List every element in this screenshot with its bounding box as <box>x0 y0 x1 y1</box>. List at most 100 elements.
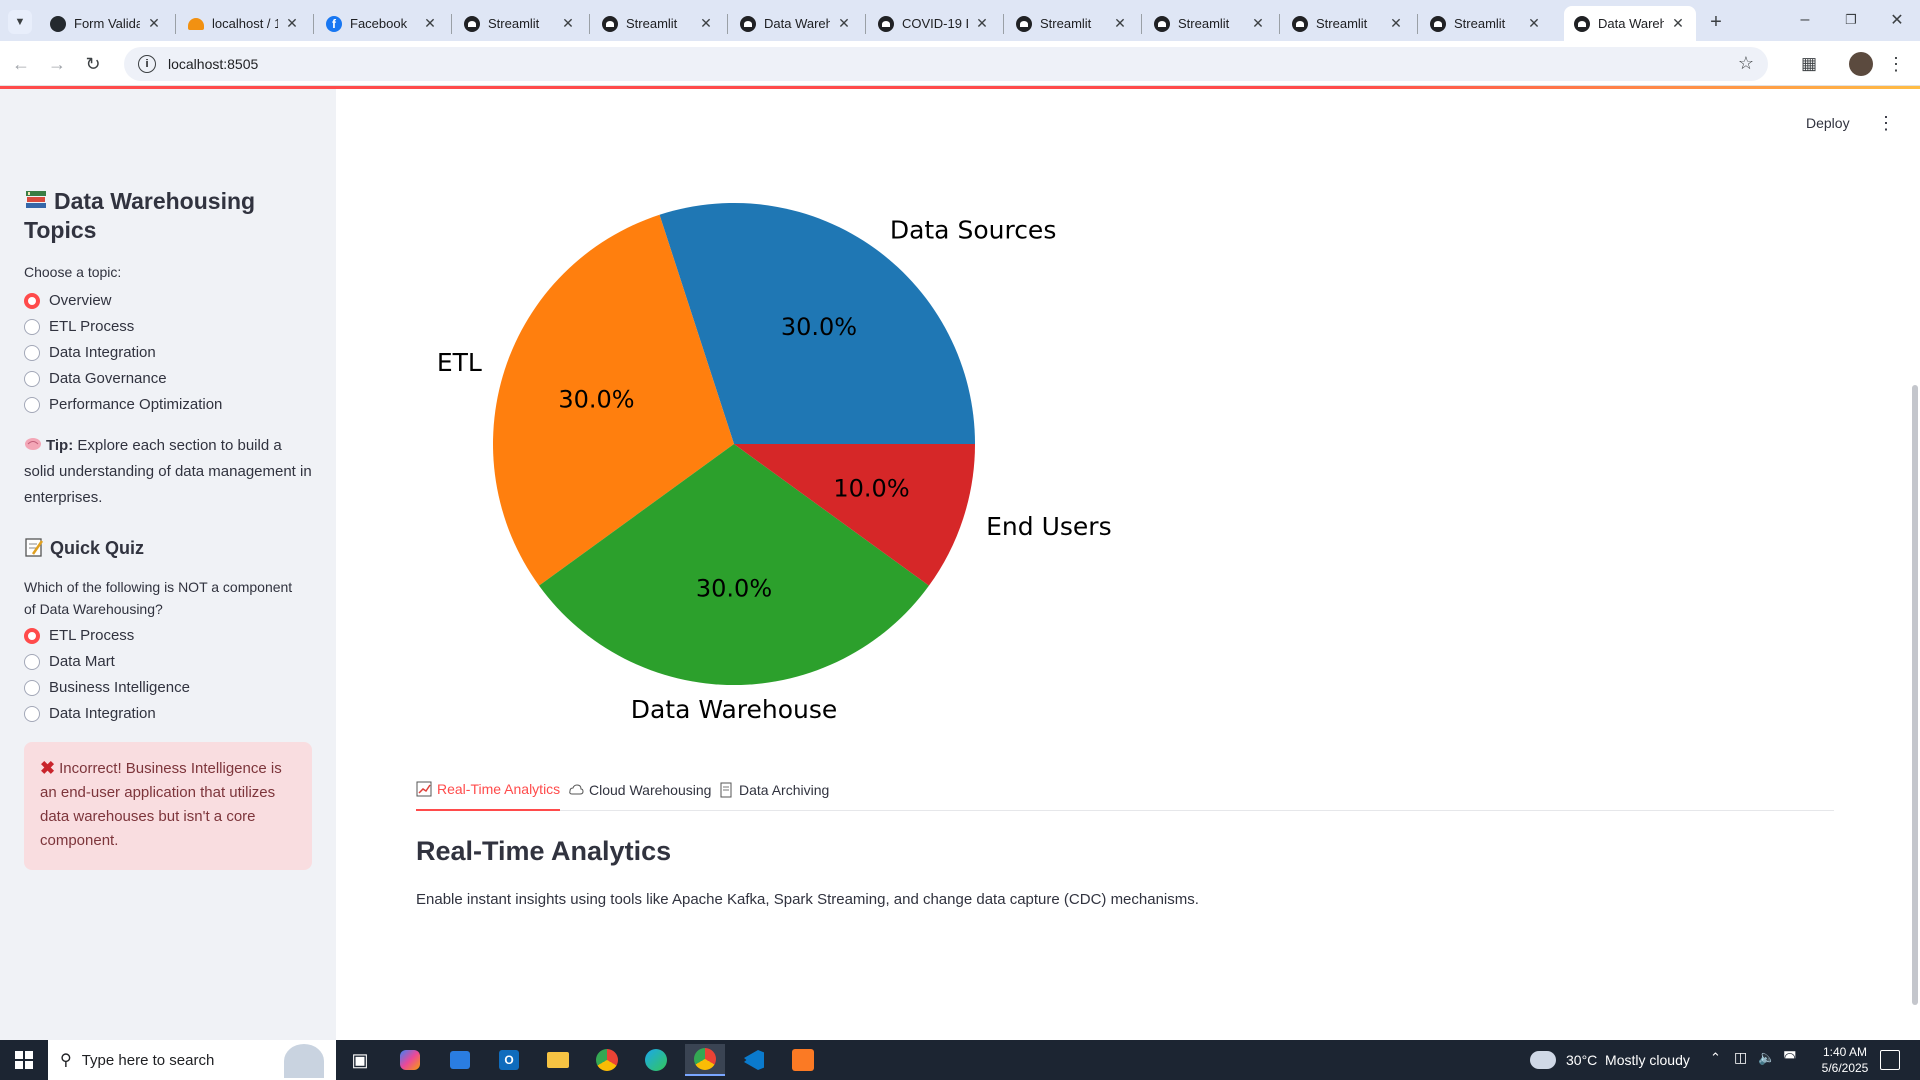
close-tab-icon[interactable]: ✕ <box>698 15 714 32</box>
radio-button[interactable] <box>24 627 40 644</box>
close-tab-icon[interactable]: ✕ <box>1388 15 1404 32</box>
bookmark-star-icon[interactable]: ☆ <box>1738 53 1754 74</box>
browser-tab[interactable]: Data Wareho ✕ <box>730 6 862 41</box>
topic-option[interactable]: Data Governance <box>24 370 167 387</box>
browser-tab[interactable]: Data Wareho ✕ <box>1564 6 1696 41</box>
close-tab-icon[interactable]: ✕ <box>974 15 990 32</box>
github-icon <box>50 15 66 32</box>
radio-button[interactable] <box>24 705 40 722</box>
close-tab-icon[interactable]: ✕ <box>836 15 852 32</box>
topic-option[interactable]: Performance Optimization <box>24 396 222 413</box>
close-tab-icon[interactable]: ✕ <box>1526 15 1542 32</box>
search-highlight-image <box>284 1044 324 1078</box>
radio-button[interactable] <box>24 396 40 413</box>
network-icon[interactable]: ◫ <box>1734 1049 1747 1066</box>
browser-tab[interactable]: Streamlit ✕ <box>1144 6 1276 41</box>
topic-label: Choose a topic: <box>24 264 122 280</box>
close-tab-icon[interactable]: ✕ <box>1670 15 1686 32</box>
browser-tab[interactable]: COVID-19 Da ✕ <box>868 6 1000 41</box>
tray-chevron-icon[interactable]: ⌃ <box>1710 1050 1721 1066</box>
topic-option[interactable]: ETL Process <box>24 318 134 335</box>
tab-title: Streamlit <box>1040 16 1092 31</box>
vscode-icon[interactable] <box>734 1044 774 1076</box>
reload-icon[interactable]: ↻ <box>80 51 106 77</box>
restore-button[interactable]: ❐ <box>1836 8 1866 32</box>
file-explorer-icon[interactable] <box>538 1044 578 1076</box>
tab-separator <box>313 14 314 34</box>
browser-menu-icon[interactable]: ⋮ <box>1886 51 1906 77</box>
browser-tab[interactable]: Form Validat ✕ <box>40 6 172 41</box>
outlook-icon[interactable]: O <box>489 1044 529 1076</box>
weather-widget[interactable]: 30°C Mostly cloudy <box>1530 1040 1690 1080</box>
browser-tab[interactable]: Streamlit ✕ <box>1282 6 1414 41</box>
url-bar[interactable]: i localhost:8505 ☆ <box>124 47 1768 81</box>
quiz-option[interactable]: Business Intelligence <box>24 679 190 696</box>
volume-icon[interactable]: 🔈 <box>1758 1049 1775 1066</box>
forward-icon[interactable]: → <box>44 51 70 77</box>
memo-icon <box>24 537 44 557</box>
pie-category-label: ETL <box>437 348 482 377</box>
chrome-active-icon[interactable] <box>685 1044 725 1076</box>
extensions-icon[interactable]: ▦ <box>1796 51 1822 77</box>
browser-tab[interactable]: Streamlit ✕ <box>1420 6 1552 41</box>
radio-label: ETL Process <box>49 318 135 335</box>
copilot-icon[interactable] <box>390 1044 430 1076</box>
sidebar-title: Data Warehousing Topics <box>24 188 256 243</box>
radio-label: ETL Process <box>49 627 135 644</box>
phpmyadmin-icon <box>188 16 204 32</box>
tab-label: Cloud Warehousing <box>589 782 712 798</box>
radio-button[interactable] <box>24 679 40 696</box>
close-tab-icon[interactable]: ✕ <box>146 15 162 32</box>
start-button[interactable] <box>4 1044 44 1076</box>
site-info-icon[interactable]: i <box>138 55 156 73</box>
radio-button[interactable] <box>24 370 40 387</box>
radio-button[interactable] <box>24 292 40 309</box>
new-tab-button[interactable]: + <box>1702 8 1730 36</box>
radio-button[interactable] <box>24 344 40 361</box>
radio-button[interactable] <box>24 653 40 670</box>
browser-tab[interactable]: Streamlit ✕ <box>454 6 586 41</box>
close-tab-icon[interactable]: ✕ <box>1250 15 1266 32</box>
tab-separator <box>175 14 176 34</box>
tab-real-time-analytics[interactable]: Real-Time Analytics <box>416 769 561 811</box>
pie-chart: 30.0% Data Sources 30.0% ETL 30.0% Data Wareh… <box>437 203 1112 724</box>
pie-pct-label: 10.0% <box>833 475 909 503</box>
quiz-option[interactable]: ETL Process <box>24 627 134 644</box>
clock[interactable]: 1:40 AM 5/6/2025 <box>1810 1044 1880 1076</box>
profile-avatar[interactable] <box>1849 52 1873 76</box>
close-tab-icon[interactable]: ✕ <box>560 15 576 32</box>
minimize-button[interactable]: – <box>1790 8 1820 32</box>
close-window-button[interactable]: ✕ <box>1882 8 1912 32</box>
edge-icon[interactable] <box>636 1044 676 1076</box>
address-toolbar: ← → ↻ i localhost:8505 ☆ ▦ ⋮ <box>0 41 1920 86</box>
xampp-icon[interactable] <box>783 1044 823 1076</box>
app-menu-icon[interactable]: ⋮ <box>1876 111 1896 135</box>
browser-tab[interactable]: localhost / 1 ✕ <box>178 6 310 41</box>
topic-option[interactable]: Data Integration <box>24 344 156 361</box>
streamlit-icon <box>1292 15 1308 32</box>
page-scrollbar[interactable] <box>1912 385 1918 1005</box>
quiz-option[interactable]: Data Mart <box>24 653 115 670</box>
radio-button[interactable] <box>24 318 40 335</box>
tab-title: Form Validat <box>74 16 140 31</box>
store-icon[interactable] <box>440 1044 480 1076</box>
taskbar-search-box[interactable]: ⚲ Type here to search <box>48 1040 336 1080</box>
close-tab-icon[interactable]: ✕ <box>422 15 438 32</box>
quiz-title: Quick Quiz <box>24 537 144 559</box>
browser-tab[interactable]: Streamlit ✕ <box>592 6 724 41</box>
topic-option[interactable]: Overview <box>24 292 112 309</box>
close-tab-icon[interactable]: ✕ <box>1112 15 1128 32</box>
quiz-option[interactable]: Data Integration <box>24 705 156 722</box>
notification-icon[interactable] <box>1880 1050 1900 1070</box>
tab-cloud-warehousing[interactable]: Cloud Warehousing <box>568 769 711 811</box>
task-view-icon[interactable]: ▣ <box>340 1044 380 1076</box>
tab-search-button[interactable]: ▼ <box>8 10 32 34</box>
tab-data-archiving[interactable]: Data Archiving <box>718 769 829 811</box>
chrome-icon[interactable] <box>587 1044 627 1076</box>
deploy-button[interactable]: Deploy <box>1806 115 1850 131</box>
browser-tab[interactable]: f Facebook ✕ <box>316 6 448 41</box>
close-tab-icon[interactable]: ✕ <box>284 15 300 32</box>
browser-tab[interactable]: Streamlit ✕ <box>1006 6 1138 41</box>
wifi-icon[interactable]: ◚ <box>1783 1049 1797 1066</box>
back-icon[interactable]: ← <box>8 51 34 77</box>
